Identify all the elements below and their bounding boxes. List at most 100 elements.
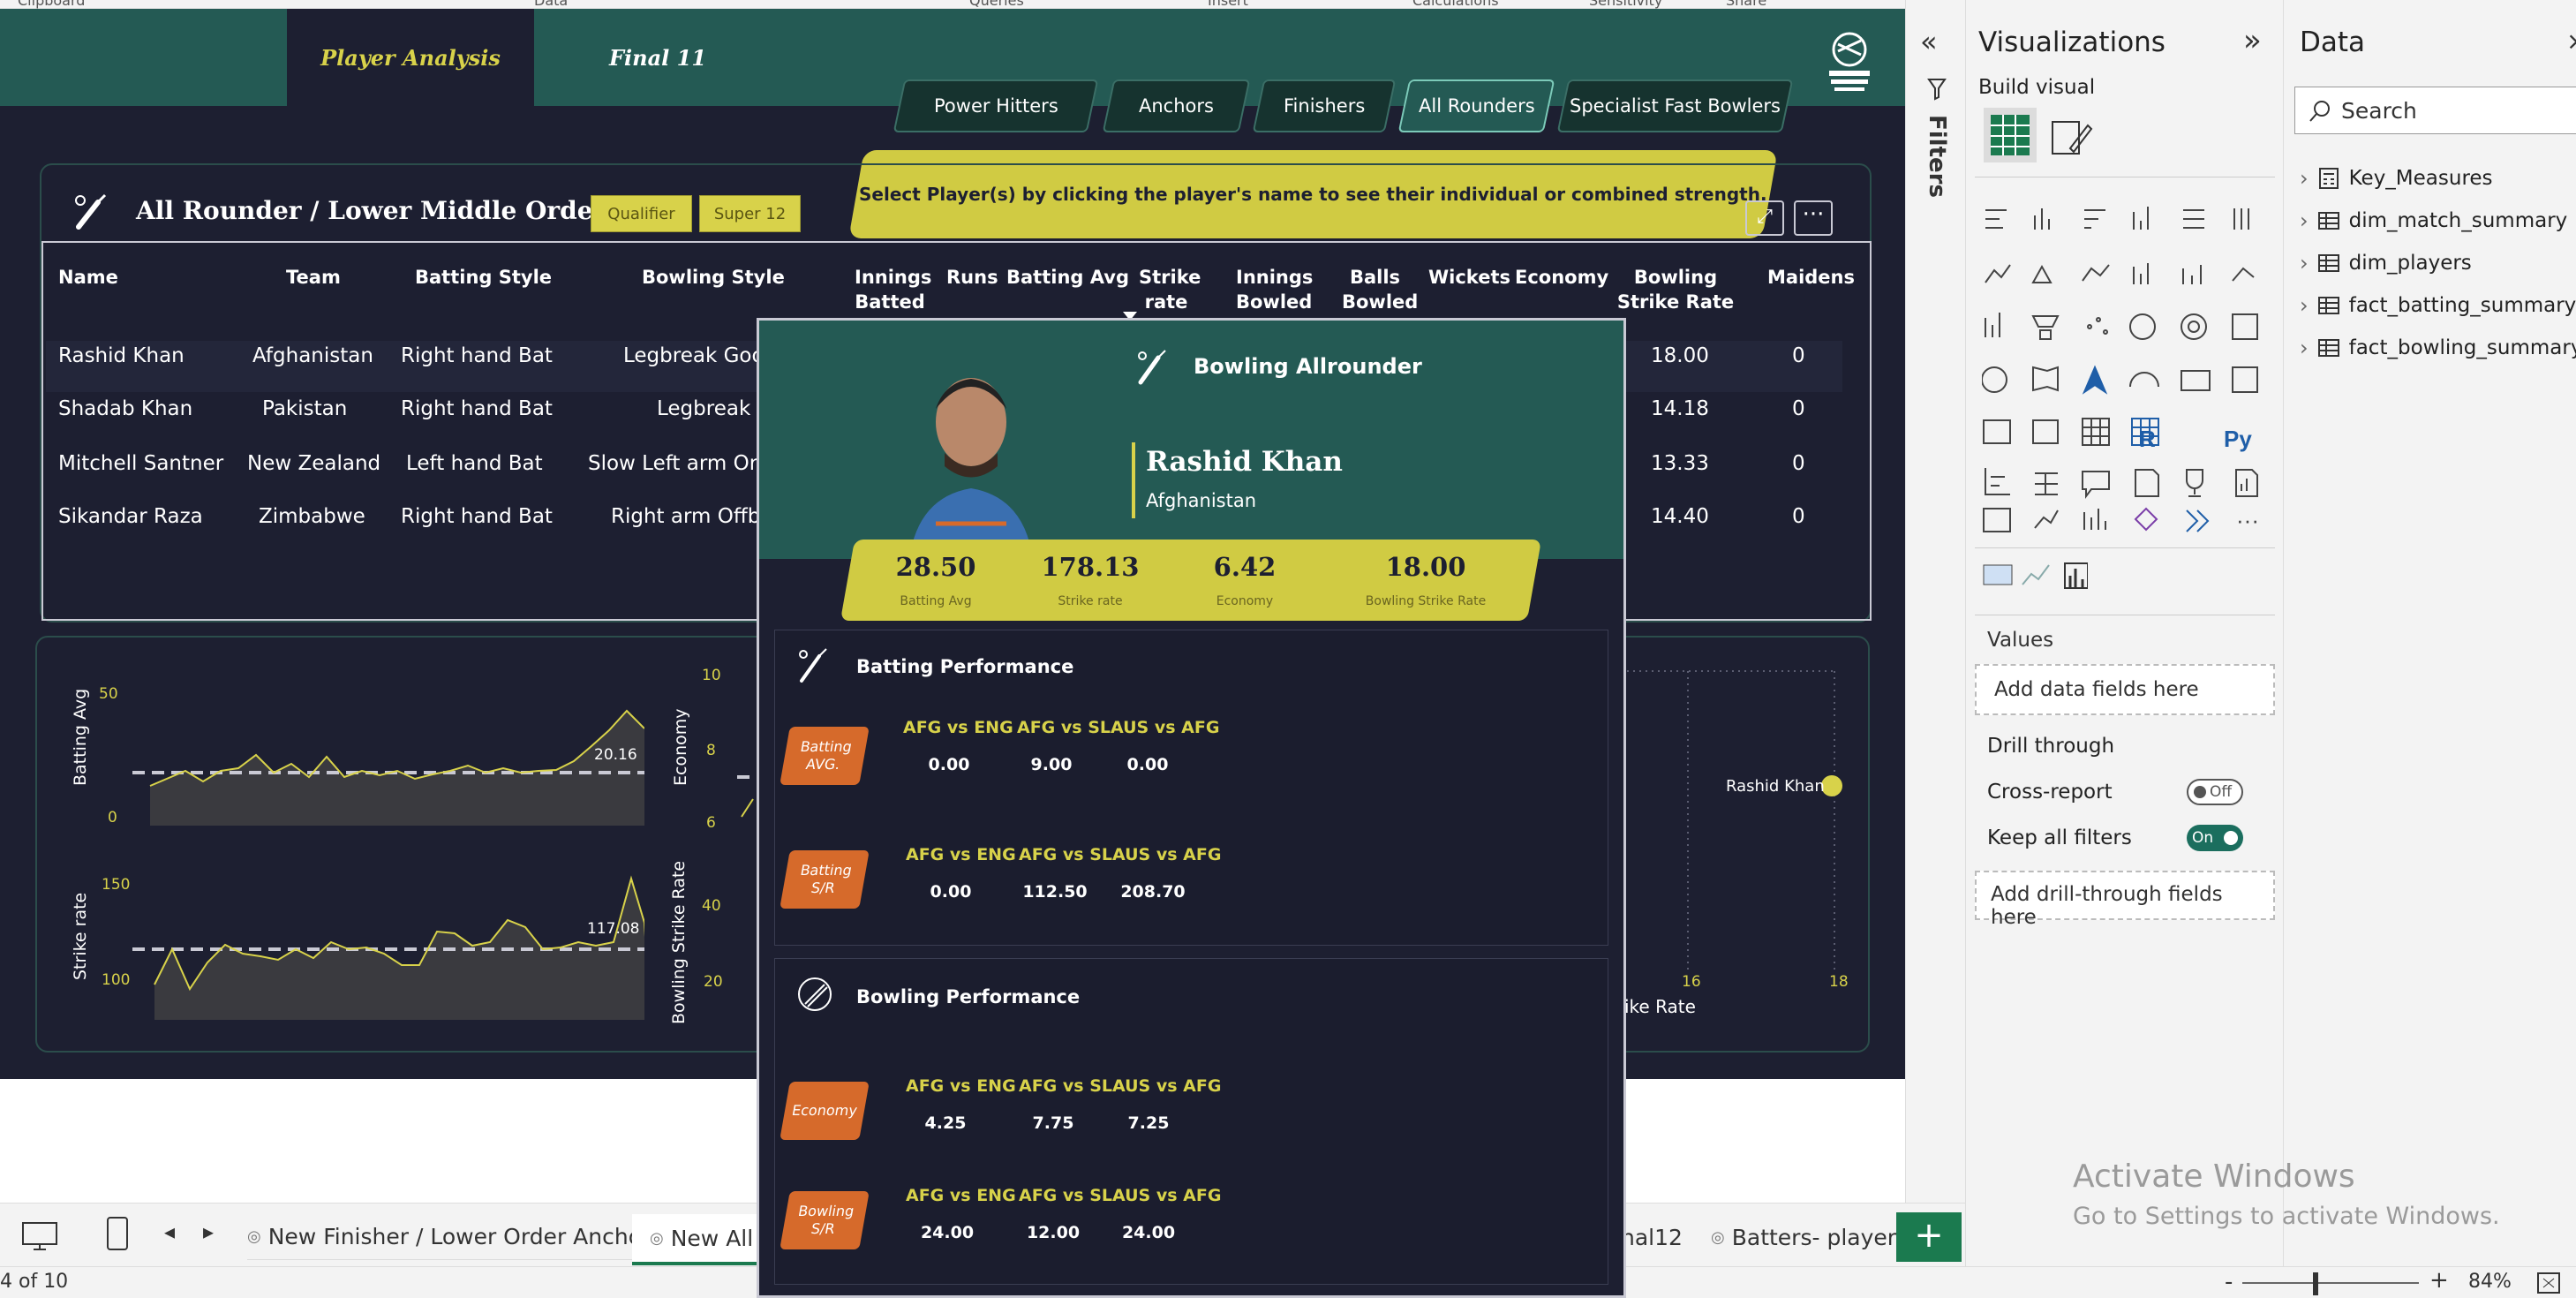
bat-avg-match-2: AFG vs SL <box>1017 718 1111 737</box>
page-tab-active[interactable]: ◎ New All <box>632 1214 772 1265</box>
bowling-performance-title: Bowling Performance <box>856 986 1081 1007</box>
column-header-bowling-style[interactable]: Bowling Style <box>642 265 785 290</box>
chevron-right-icon: › <box>2300 251 2309 275</box>
stat-batting-avg-label: Batting Avg <box>900 594 972 608</box>
drill-through-drop-zone[interactable]: Add drill-through fields here <box>1975 871 2275 929</box>
eco-value-3: 7.25 <box>1127 1113 1170 1133</box>
column-header-strike-rate[interactable]: Strike rate <box>1139 265 1201 314</box>
zoom-slider-thumb[interactable] <box>2313 1272 2318 1295</box>
table-name: fact_bowling_summary <box>2348 336 2576 359</box>
collapse-data-icon[interactable]: × <box>2566 26 2576 56</box>
previous-page-icon[interactable]: ◂ <box>164 1219 175 1244</box>
bowl-sr-value-3: 24.00 <box>1121 1223 1176 1242</box>
category-specialist-fast-bowlers[interactable]: Specialist Fast Bowlers <box>1556 79 1794 132</box>
row2-team: Pakistan <box>262 397 348 420</box>
column-header-name[interactable]: Name <box>58 265 118 290</box>
ribbon-group-sensitivity: Sensitivity <box>1589 0 1663 9</box>
column-header-wickets[interactable]: Wickets <box>1428 265 1510 290</box>
row3-name[interactable]: Mitchell Santner <box>58 452 223 475</box>
bowl-sr-match-2: AFG vs SL <box>1019 1186 1112 1205</box>
cross-report-label: Cross-report <box>1987 781 2113 804</box>
filter-super-12[interactable]: Super 12 <box>699 195 801 232</box>
data-search-box[interactable]: Search <box>2294 87 2576 134</box>
values-drop-zone[interactable]: Add data fields here <box>1975 664 2275 715</box>
column-header-batting-avg[interactable]: Batting Avg <box>1006 265 1129 290</box>
row2-name[interactable]: Shadab Khan <box>58 397 192 420</box>
column-header-economy[interactable]: Economy <box>1515 265 1608 290</box>
row1-name[interactable]: Rashid Khan <box>58 344 185 367</box>
filters-pane-collapsed[interactable]: « Filters <box>1905 0 1965 1272</box>
next-page-icon[interactable]: ▸ <box>203 1219 214 1244</box>
economy-tick-8: 8 <box>706 742 716 759</box>
data-table-fact-batting-summary[interactable]: › fact_batting_summary <box>2300 284 2576 327</box>
filters-label: Filters <box>1924 115 1950 198</box>
table-name: Key_Measures <box>2348 167 2493 190</box>
page-tab-finisher[interactable]: ◎ New Finisher / Lower Order Anchor <box>247 1214 652 1260</box>
visual-type-icons-row-7[interactable]: ··· <box>1982 503 2273 556</box>
column-header-balls-bowled[interactable]: Balls Bowled <box>1342 265 1418 314</box>
column-header-bowling-strike-rate[interactable]: Bowling Strike Rate <box>1611 265 1740 314</box>
strike-rate-line-chart[interactable] <box>132 861 644 1020</box>
scatter-plot[interactable] <box>1623 662 1843 980</box>
fit-to-page-icon[interactable] <box>2535 1271 2562 1295</box>
keep-filters-toggle[interactable]: On <box>2187 825 2243 851</box>
expand-filters-icon[interactable]: « <box>1920 25 1938 58</box>
build-visual-table-icon[interactable] <box>1984 108 2037 162</box>
row4-bowling-style: Right arm Offbr <box>611 505 769 528</box>
nav-tab-player-analysis[interactable]: Player Analysis <box>287 9 534 106</box>
eco-match-2: AFG vs SL <box>1019 1076 1112 1096</box>
zoom-in-button[interactable]: + <box>2429 1267 2449 1294</box>
format-visual-icon[interactable] <box>2047 113 2093 159</box>
page-tab-final12[interactable]: nal12 <box>1621 1214 1683 1260</box>
keep-filters-state: On <box>2192 829 2214 847</box>
activate-windows-subtitle: Go to Settings to activate Windows. <box>2073 1203 2500 1230</box>
category-all-rounders[interactable]: All Rounders <box>1397 79 1555 132</box>
economy-tick-10: 10 <box>702 667 721 684</box>
category-anchors[interactable]: Anchors <box>1102 79 1251 132</box>
row2-maidens: 0 <box>1792 397 1805 420</box>
column-header-runs[interactable]: Runs <box>946 265 998 290</box>
batting-avg-current-label: 20.16 <box>594 746 637 764</box>
bat-avg-value-3: 0.00 <box>1126 755 1169 774</box>
category-finishers[interactable]: Finishers <box>1252 79 1397 132</box>
data-table-dim-players[interactable]: › dim_players <box>2300 242 2576 284</box>
column-header-batting-style[interactable]: Batting Style <box>415 265 552 290</box>
zoom-slider[interactable] <box>2242 1282 2419 1284</box>
cross-report-toggle[interactable]: Off <box>2187 779 2243 805</box>
column-header-maidens[interactable]: Maidens <box>1767 265 1855 290</box>
column-header-innings-bowled[interactable]: Innings Bowled <box>1236 265 1313 314</box>
focus-mode-icon[interactable]: ⤢ <box>1745 200 1784 236</box>
data-table-dim-match-summary[interactable]: › dim_match_summary <box>2300 200 2576 242</box>
row2-bowling-sr: 14.18 <box>1651 397 1709 420</box>
badge-bowling-sr: Bowling S/R <box>780 1191 870 1249</box>
row4-name[interactable]: Sikandar Raza <box>58 505 203 528</box>
data-table-fact-bowling-summary[interactable]: › fact_bowling_summary <box>2300 327 2576 369</box>
nav-tab-final-11[interactable]: Final 11 <box>565 9 750 106</box>
row3-team: New Zealand <box>247 452 381 475</box>
drill-through-title: Drill through <box>1987 735 2115 758</box>
category-power-hitters[interactable]: Power Hitters <box>893 79 1099 132</box>
visual-type-icons[interactable]: R Py <box>1982 203 2273 539</box>
add-page-button[interactable]: + <box>1896 1212 1962 1262</box>
stat-economy-label: Economy <box>1216 594 1274 608</box>
filter-qualifier[interactable]: Qualifier <box>591 195 692 232</box>
desktop-layout-icon[interactable] <box>19 1219 60 1255</box>
stat-strike-rate-label: Strike rate <box>1058 594 1123 608</box>
more-options-icon[interactable]: ··· <box>1794 200 1833 236</box>
collapse-visualizations-icon[interactable]: » <box>2243 23 2262 58</box>
scatter-x-axis-label: ike Rate <box>1624 996 1696 1017</box>
custom-visual-icons[interactable] <box>1982 558 2088 597</box>
bowl-sr-value-1: 24.00 <box>920 1223 975 1242</box>
svg-text:R: R <box>2139 426 2156 452</box>
tooltip-role: Bowling Allrounder <box>1194 354 1422 379</box>
zoom-out-button[interactable]: - <box>2225 1269 2233 1295</box>
row1-batting-style: Right hand Bat <box>401 344 553 367</box>
badge-economy: Economy <box>780 1082 870 1140</box>
data-table-key-measures[interactable]: › Key_Measures <box>2300 157 2576 200</box>
batting-avg-line-chart[interactable] <box>132 675 644 830</box>
column-header-team[interactable]: Team <box>286 265 341 290</box>
mobile-layout-icon[interactable] <box>104 1214 131 1255</box>
column-header-innings-batted[interactable]: Innings Batted <box>855 265 931 314</box>
bowl-sr-match-3: AUS vs AFG <box>1112 1186 1222 1205</box>
page-tab-batters[interactable]: ◎ Batters- player c <box>1711 1214 1916 1260</box>
